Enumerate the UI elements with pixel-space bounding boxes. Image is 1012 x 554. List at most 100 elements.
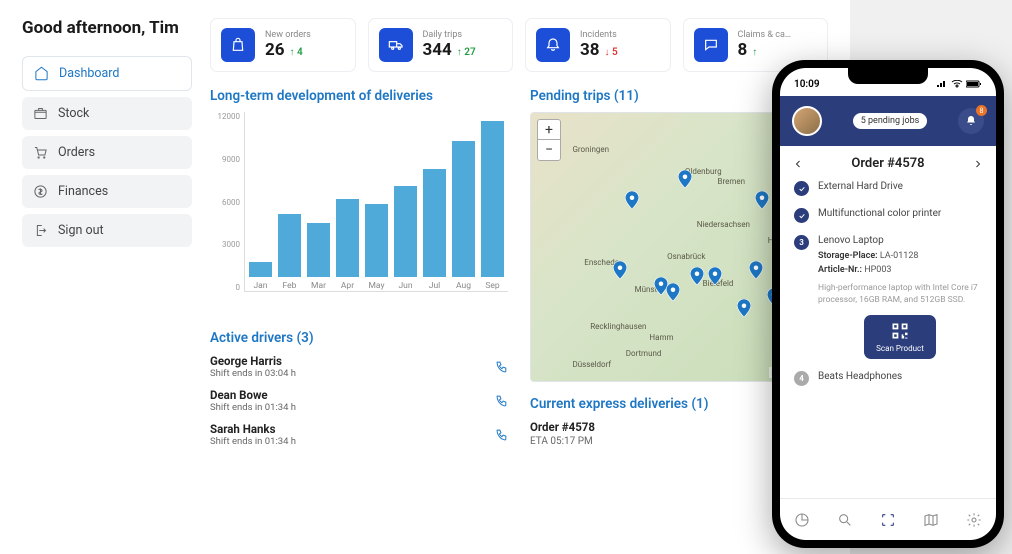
y-tick: 3000	[210, 240, 240, 249]
order-item-details: Storage-Place: LA-01128 Article-Nr.: HP0…	[818, 250, 982, 307]
order-item[interactable]: Multifunctional color printer	[794, 208, 982, 223]
phone-time: 10:09	[794, 79, 820, 90]
phone-icon[interactable]	[495, 394, 508, 407]
map-pin[interactable]	[737, 299, 751, 317]
bar-label: Jun	[398, 281, 412, 291]
order-item[interactable]: External Hard Drive	[794, 181, 982, 196]
chevron-right-icon[interactable]	[972, 158, 984, 170]
sidebar-item-label: Stock	[58, 106, 89, 121]
map-pin[interactable]	[708, 267, 722, 285]
driver-name: George Harris	[210, 354, 296, 368]
map-pin[interactable]	[666, 283, 680, 301]
chart-bar-Mar: Mar	[307, 223, 330, 291]
main-content: New orders 26 ↑ 4 Daily trips 344 ↑ 27 I…	[210, 18, 828, 536]
driver-name: Dean Bowe	[210, 388, 296, 402]
box-icon	[33, 106, 48, 121]
notification-badge: 8	[976, 105, 987, 116]
map-tab-icon[interactable]	[923, 512, 939, 528]
map-pin[interactable]	[690, 267, 704, 285]
zoom-out-button[interactable]: −	[538, 140, 560, 160]
bar	[249, 262, 272, 277]
deliveries-chart: 120009000600030000 Jan Feb Mar Apr May J…	[210, 112, 508, 312]
map-city-label: Bremen	[717, 177, 745, 186]
stat-delta: ↑	[752, 47, 757, 58]
bar-label: Jan	[253, 281, 267, 291]
map-pin[interactable]	[749, 261, 763, 279]
map-city-label: Osnabrück	[667, 252, 705, 261]
chart-bar-Feb: Feb	[278, 214, 301, 291]
signout-icon	[33, 223, 48, 238]
scan-tab-icon[interactable]	[880, 512, 896, 528]
driver-name: Sarah Hanks	[210, 422, 296, 436]
bar-label: May	[368, 281, 384, 291]
phone-app-header: 5 pending jobs 8	[780, 96, 996, 146]
bar	[365, 204, 388, 278]
stat-value: 8	[738, 40, 748, 60]
sidebar-item-sign-out[interactable]: Sign out	[22, 214, 192, 247]
map-pin[interactable]	[755, 191, 769, 209]
sidebar-item-stock[interactable]: Stock	[22, 97, 192, 130]
phone-tab-bar	[780, 498, 996, 540]
sidebar-item-label: Finances	[58, 184, 108, 199]
settings-tab-icon[interactable]	[966, 512, 982, 528]
bar-label: Mar	[311, 281, 326, 291]
sidebar-item-label: Dashboard	[59, 66, 119, 81]
chevron-left-icon[interactable]	[792, 158, 804, 170]
map-pin[interactable]	[613, 261, 627, 279]
sidebar-item-finances[interactable]: Finances	[22, 175, 192, 208]
phone-icon[interactable]	[495, 428, 508, 441]
map-city-label: Recklinghausen	[590, 322, 646, 331]
order-title: Order #4578	[851, 156, 924, 171]
dashboard-window: Good afternoon, Tim Dashboard Stock Orde…	[0, 0, 850, 554]
stat-card-new-orders[interactable]: New orders 26 ↑ 4	[210, 18, 356, 72]
map-pin[interactable]	[625, 191, 639, 209]
stat-card-daily-trips[interactable]: Daily trips 344 ↑ 27	[368, 18, 514, 72]
order-item[interactable]: 3Lenovo Laptop Storage-Place: LA-01128 A…	[794, 235, 982, 359]
bar	[278, 214, 301, 277]
phone-icon[interactable]	[495, 360, 508, 373]
notifications-button[interactable]: 8	[958, 108, 984, 134]
check-icon	[794, 208, 809, 223]
driver-row: Dean Bowe Shift ends in 01:34 h	[210, 388, 508, 413]
driver-row: George Harris Shift ends in 03:04 h	[210, 354, 508, 379]
stats-tab-icon[interactable]	[794, 512, 810, 528]
active-drivers-list: George Harris Shift ends in 03:04 h Dean…	[210, 354, 508, 447]
sidebar-item-dashboard[interactable]: Dashboard	[22, 56, 192, 91]
stat-value: 344	[423, 40, 452, 60]
order-items-list[interactable]: External Hard Drive Multifunctional color…	[780, 181, 996, 498]
scan-product-button[interactable]: Scan Product	[864, 315, 936, 359]
stat-value: 26	[265, 40, 285, 60]
sidebar: Good afternoon, Tim Dashboard Stock Orde…	[22, 18, 192, 536]
pending-jobs-pill[interactable]: 5 pending jobs	[853, 113, 928, 129]
drivers-section-title: Active drivers (3)	[210, 330, 508, 346]
order-item[interactable]: 4Beats Headphones	[794, 371, 982, 386]
bar-label: Feb	[283, 281, 297, 291]
map-pin[interactable]	[678, 170, 692, 188]
stat-card-incidents[interactable]: Incidents 38 ↓ 5	[525, 18, 671, 72]
zoom-in-button[interactable]: +	[538, 120, 560, 140]
map-city-label: Düsseldorf	[572, 360, 611, 369]
sidebar-item-orders[interactable]: Orders	[22, 136, 192, 169]
stat-cards-row: New orders 26 ↑ 4 Daily trips 344 ↑ 27 I…	[210, 18, 828, 72]
user-avatar[interactable]	[792, 106, 822, 136]
chat-icon	[694, 28, 728, 62]
map-city-label: Dortmund	[626, 349, 662, 358]
search-tab-icon[interactable]	[837, 512, 853, 528]
bag-icon	[221, 28, 255, 62]
phone-screen: 10:09 5 pending jobs 8 Order #4578 Exter…	[780, 68, 996, 540]
alert-icon	[536, 28, 570, 62]
bar	[336, 199, 359, 277]
driver-shift: Shift ends in 03:04 h	[210, 368, 296, 379]
bar-label: Jul	[429, 281, 440, 291]
wifi-icon	[951, 80, 963, 88]
bar-label: Aug	[456, 281, 471, 291]
bar	[394, 186, 417, 278]
order-item-title: Lenovo Laptop	[818, 235, 982, 246]
sidebar-item-label: Orders	[58, 145, 95, 160]
left-column: Long-term development of deliveries 1200…	[210, 88, 508, 536]
map-zoom-controls: + −	[537, 119, 561, 161]
chart-bar-Jun: Jun	[394, 186, 417, 292]
truck-icon	[379, 28, 413, 62]
chart-y-axis: 120009000600030000	[210, 112, 240, 292]
step-number-icon: 4	[794, 371, 809, 386]
